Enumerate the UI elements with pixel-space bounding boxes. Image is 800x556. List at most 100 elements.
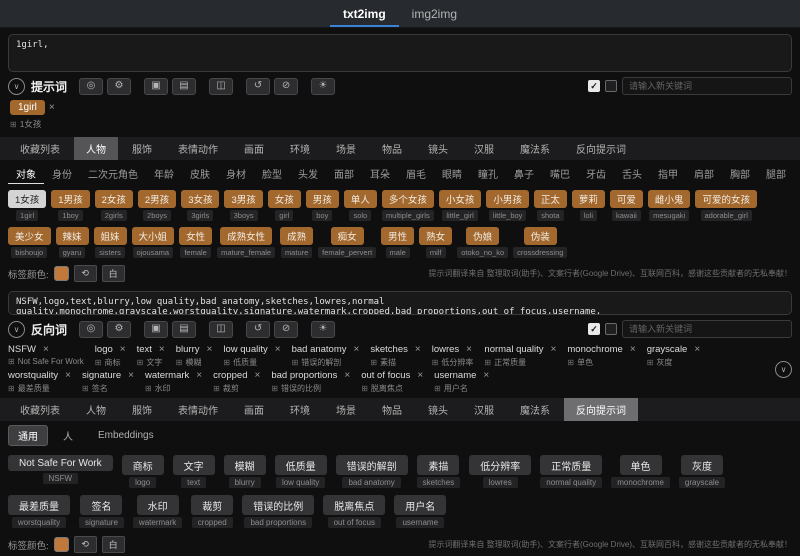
negative-prompt-chip[interactable]: username × ⊞ 用户名 xyxy=(434,370,489,394)
negative-prompt-chip[interactable]: logo × ⊞ 商标 xyxy=(95,344,126,368)
category-tab[interactable]: 表情动作 xyxy=(166,137,230,160)
settings-button[interactable]: ⚙ xyxy=(107,320,132,338)
tag-item[interactable]: 熟女 milf xyxy=(419,227,453,258)
negative-prompt-chip[interactable]: low quality × ⊞ 低质量 xyxy=(223,344,280,368)
subcategory-tab[interactable]: 头发 xyxy=(290,164,326,184)
remove-chip-icon[interactable]: × xyxy=(344,370,350,381)
tag-item[interactable]: 单人 solo xyxy=(343,190,377,221)
category-tab[interactable]: 场景 xyxy=(324,137,368,160)
collapse-section-icon[interactable]: ∨ xyxy=(8,77,25,95)
tag-item[interactable]: 模糊 blurry xyxy=(223,455,266,488)
subcategory-tab[interactable]: 身材 xyxy=(218,164,254,184)
subcategory-tab[interactable]: Embeddings xyxy=(88,427,164,444)
remove-chip-icon[interactable]: × xyxy=(354,344,360,355)
category-tab[interactable]: 魔法系 xyxy=(508,398,562,421)
style-library-button[interactable]: ▤ xyxy=(172,77,197,95)
remove-chip-icon[interactable]: × xyxy=(694,344,700,355)
remove-chip-icon[interactable]: × xyxy=(466,344,472,355)
remove-chip-icon[interactable]: × xyxy=(254,370,260,381)
tag-item[interactable]: 1女孩 1girl xyxy=(8,190,47,221)
tag-item[interactable]: 成熟 mature xyxy=(280,227,314,258)
category-tab[interactable]: 画面 xyxy=(232,137,276,160)
tag-item[interactable]: 2女孩 2girls xyxy=(94,190,133,221)
negative-prompt-chip[interactable]: text × ⊞ 文字 xyxy=(137,344,165,368)
subcategory-tab[interactable]: 皮肤 xyxy=(182,164,218,184)
reset-color-button[interactable]: ⟲ xyxy=(73,536,97,553)
negative-prompt-chip[interactable]: blurry × ⊞ 模糊 xyxy=(176,344,213,368)
tag-item[interactable]: 女孩 girl xyxy=(267,190,301,221)
tag-item[interactable]: 签名 signature xyxy=(79,495,124,528)
subcategory-tab[interactable]: 舌头 xyxy=(614,164,650,184)
negative-prompt-chip[interactable]: normal quality × ⊞ 正常质量 xyxy=(484,344,556,368)
category-tab[interactable]: 汉服 xyxy=(462,137,506,160)
subcategory-tab[interactable]: 眼睛 xyxy=(434,164,470,184)
collapse-section-icon[interactable]: ∨ xyxy=(8,320,25,338)
tag-item[interactable]: 雌小鬼 mesugaki xyxy=(647,190,691,221)
tag-color-swatch[interactable] xyxy=(53,266,69,281)
tag-item[interactable]: 用户名 username xyxy=(394,495,447,528)
style-library-button[interactable]: ▤ xyxy=(172,320,197,338)
white-color-button[interactable]: 白 xyxy=(101,536,125,553)
remove-chip-icon[interactable]: × xyxy=(196,370,202,381)
delete-button[interactable]: ⊘ xyxy=(274,77,299,95)
subcategory-tab[interactable]: 鼻子 xyxy=(506,164,542,184)
top-tab[interactable]: img2img xyxy=(399,2,470,27)
save-style-button[interactable]: ▣ xyxy=(144,77,169,95)
gallery-button[interactable]: ◫ xyxy=(209,77,234,95)
subcategory-tab[interactable]: 腿部 xyxy=(758,164,794,184)
tag-item[interactable]: 萝莉 loli xyxy=(571,190,605,221)
subcategory-tab[interactable]: 二次元角色 xyxy=(80,164,146,184)
white-color-button[interactable]: 白 xyxy=(101,265,125,282)
history-button[interactable]: ↺ xyxy=(246,320,271,338)
tag-item[interactable]: 低分辨率 lowres xyxy=(469,455,532,488)
negative-prompt-chip[interactable]: grayscale × ⊞ 灰度 xyxy=(647,344,701,368)
translate-enabled-checkbox[interactable]: ✓ xyxy=(588,80,600,92)
subcategory-tab[interactable]: 眉毛 xyxy=(398,164,434,184)
settings-button[interactable]: ⚙ xyxy=(107,77,132,95)
negative-prompt-chip[interactable]: out of focus × ⊞ 脱离焦点 xyxy=(361,370,423,394)
remove-chip-icon[interactable]: × xyxy=(159,344,165,355)
subcategory-tab[interactable]: 肩部 xyxy=(686,164,722,184)
translate-button[interactable]: ◎ xyxy=(79,77,104,95)
category-tab[interactable]: 反向提示词 xyxy=(564,137,638,160)
tag-item[interactable]: 可爱的女孩 adorable_girl xyxy=(695,190,757,221)
tag-item[interactable]: 男孩 boy xyxy=(305,190,339,221)
tag-item[interactable]: 单色 monochrome xyxy=(611,455,670,488)
tag-item[interactable]: 辣妹 gyaru xyxy=(55,227,89,258)
tag-item[interactable]: 低质量 low quality xyxy=(274,455,327,488)
category-tab[interactable]: 服饰 xyxy=(120,398,164,421)
category-tab[interactable]: 服饰 xyxy=(120,137,164,160)
secondary-checkbox[interactable] xyxy=(605,80,617,92)
secondary-checkbox[interactable] xyxy=(605,323,617,335)
remove-chip-icon[interactable]: × xyxy=(483,370,489,381)
remove-chip-icon[interactable]: × xyxy=(128,370,134,381)
category-tab[interactable]: 场景 xyxy=(324,398,368,421)
remove-chip-icon[interactable]: × xyxy=(49,102,55,113)
category-tab[interactable]: 表情动作 xyxy=(166,398,230,421)
tag-item[interactable]: 伪装 crossdressing xyxy=(513,227,568,258)
tag-item[interactable]: 正常质量 normal quality xyxy=(540,455,603,488)
negative-prompt-chip[interactable]: bad anatomy × ⊞ 错误的解剖 xyxy=(292,344,360,368)
subcategory-tab[interactable]: 通用 xyxy=(8,425,48,446)
expand-chips-icon[interactable]: ∨ xyxy=(775,360,792,378)
top-tab[interactable]: txt2img xyxy=(329,2,399,27)
tag-item[interactable]: 脱离焦点 out of focus xyxy=(323,495,386,528)
new-keyword-input[interactable] xyxy=(622,77,792,95)
history-button[interactable]: ↺ xyxy=(246,77,271,95)
tag-item[interactable]: 错误的比例 bad proportions xyxy=(242,495,315,528)
remove-chip-icon[interactable]: × xyxy=(417,370,423,381)
negative-prompt-textarea[interactable]: NSFW,logo,text,blurry,low quality,bad an… xyxy=(8,291,792,315)
tag-item[interactable]: 大小姐 ojousama xyxy=(131,227,175,258)
subcategory-tab[interactable]: 指甲 xyxy=(650,164,686,184)
negative-prompt-chip[interactable]: NSFW × ⊞ Not Safe For Work xyxy=(8,344,84,368)
tag-item[interactable]: 多个女孩 multiple_girls xyxy=(381,190,434,221)
subcategory-tab[interactable]: 嘴巴 xyxy=(542,164,578,184)
tag-item[interactable]: 错误的解剖 bad anatomy xyxy=(335,455,408,488)
category-tab[interactable]: 收藏列表 xyxy=(8,137,72,160)
save-style-button[interactable]: ▣ xyxy=(144,320,169,338)
subcategory-tab[interactable]: 牙齿 xyxy=(578,164,614,184)
tag-item[interactable]: 女性 female xyxy=(179,227,213,258)
reset-color-button[interactable]: ⟲ xyxy=(73,265,97,282)
subcategory-tab[interactable]: 臀部 xyxy=(794,164,800,184)
category-tab[interactable]: 人物 xyxy=(74,137,118,160)
